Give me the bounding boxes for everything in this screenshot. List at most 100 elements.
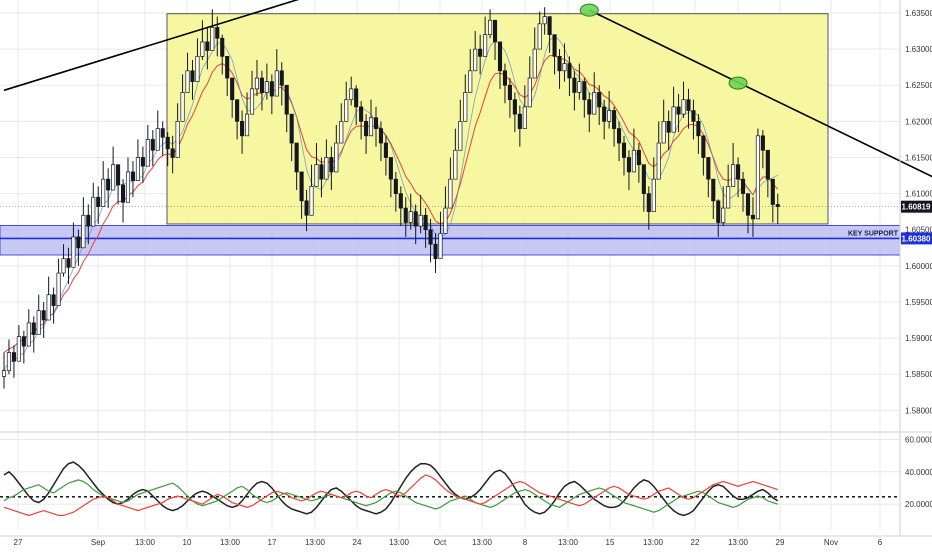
- price-tick-label: 1.63000: [905, 45, 932, 54]
- candle-down: [96, 196, 101, 207]
- time-tick-label: 13:00: [643, 538, 664, 547]
- candle-down: [393, 178, 398, 194]
- candle-up: [81, 214, 86, 249]
- candle-up: [592, 92, 597, 115]
- candle-down: [86, 214, 91, 227]
- candle-up: [577, 81, 582, 93]
- candle-up: [195, 55, 200, 82]
- candle-down: [567, 63, 572, 79]
- candle-down: [711, 178, 716, 202]
- candle-down: [165, 136, 170, 150]
- candle-down: [587, 99, 592, 115]
- candle-up: [473, 48, 478, 72]
- candle-down: [512, 99, 517, 115]
- candle-up: [334, 142, 339, 173]
- candle-up: [309, 186, 314, 216]
- candle-down: [289, 113, 294, 144]
- candle-down: [646, 193, 651, 213]
- candle-down: [507, 84, 512, 101]
- forex-chart[interactable]: KEY SUPPORT 1.63500 1.63000 1.62500 1.62000…: [0, 0, 932, 550]
- candle-down: [106, 178, 111, 191]
- oscillator-tick-label: 20.0000: [905, 500, 932, 509]
- candle-up: [726, 186, 731, 209]
- candle-down: [130, 171, 136, 181]
- oscillator-tick-label: 60.0000: [905, 435, 932, 444]
- candle-down: [225, 55, 230, 79]
- time-tick-label: 29: [776, 538, 785, 547]
- candle-down: [602, 106, 607, 122]
- candle-up: [36, 310, 41, 335]
- candle-up: [631, 149, 636, 173]
- candle-down: [329, 157, 334, 173]
- candle-down: [666, 121, 671, 133]
- candle-up: [254, 77, 260, 90]
- candle-down: [517, 113, 522, 129]
- candle-down: [354, 88, 359, 108]
- candle-down: [170, 148, 175, 158]
- candle-down: [716, 200, 721, 223]
- candle-down: [478, 48, 483, 57]
- candle-up: [244, 113, 250, 137]
- time-tick-label: Nov: [824, 538, 838, 547]
- price-tick-label: 1.61000: [905, 190, 932, 199]
- candle-down: [676, 106, 681, 115]
- candle-down: [279, 70, 284, 86]
- candle-down: [750, 214, 756, 220]
- price-tick-label: 1.59500: [905, 298, 932, 307]
- candle-up: [418, 214, 423, 227]
- time-tick-label: 13:00: [135, 538, 156, 547]
- candle-up: [16, 336, 21, 362]
- candle-up: [651, 178, 656, 213]
- candle-down: [388, 157, 393, 180]
- candle-down: [423, 214, 428, 231]
- candle-down: [428, 229, 433, 245]
- candle-up: [349, 88, 354, 101]
- price-tick-label: 1.63500: [905, 9, 932, 18]
- candle-up: [56, 272, 61, 306]
- candle-up: [671, 106, 676, 133]
- time-tick-label: 13:00: [472, 538, 493, 547]
- candle-up: [483, 34, 488, 57]
- candle-down: [557, 55, 562, 72]
- candle-down: [140, 157, 145, 167]
- candle-up: [522, 106, 527, 129]
- candle-down: [691, 110, 696, 122]
- candle-down: [294, 142, 299, 173]
- candle-up: [488, 19, 493, 36]
- chart-svg[interactable]: KEY SUPPORT 1.63500 1.63000 1.62500 1.62000…: [0, 0, 932, 550]
- candle-up: [111, 164, 116, 191]
- candle-up: [1, 370, 7, 377]
- candle-down: [304, 200, 309, 216]
- candle-up: [210, 27, 215, 51]
- candle-down: [552, 34, 557, 57]
- candle-down: [745, 193, 751, 216]
- candle-up: [46, 294, 51, 321]
- candle-down: [120, 184, 126, 203]
- candle-up: [200, 41, 205, 57]
- candle-up: [755, 135, 760, 220]
- candle-down: [686, 99, 691, 111]
- oscillator-tick-label: 40.0000: [905, 468, 932, 477]
- candle-down: [621, 142, 627, 158]
- candle-down: [641, 164, 646, 194]
- candle-down: [150, 139, 155, 151]
- candle-down: [51, 294, 56, 306]
- candle-down: [736, 164, 741, 180]
- candle-down: [364, 121, 369, 137]
- time-tick-label: 27: [14, 538, 23, 547]
- candle-up: [324, 157, 329, 180]
- price-tick-label: 1.58000: [905, 406, 932, 415]
- candle-down: [259, 77, 264, 93]
- time-tick-label: 22: [691, 538, 700, 547]
- candle-up: [661, 121, 666, 144]
- candle-down: [612, 110, 617, 129]
- candle-up: [542, 16, 547, 25]
- candle-up: [155, 128, 160, 151]
- price-tick-label: 1.60000: [905, 262, 932, 271]
- candle-up: [180, 92, 185, 122]
- price-tick-label: 1.59000: [905, 334, 932, 343]
- candle-up: [125, 171, 131, 203]
- candle-down: [66, 258, 71, 268]
- candle-up: [527, 77, 532, 108]
- candle-down: [770, 178, 775, 205]
